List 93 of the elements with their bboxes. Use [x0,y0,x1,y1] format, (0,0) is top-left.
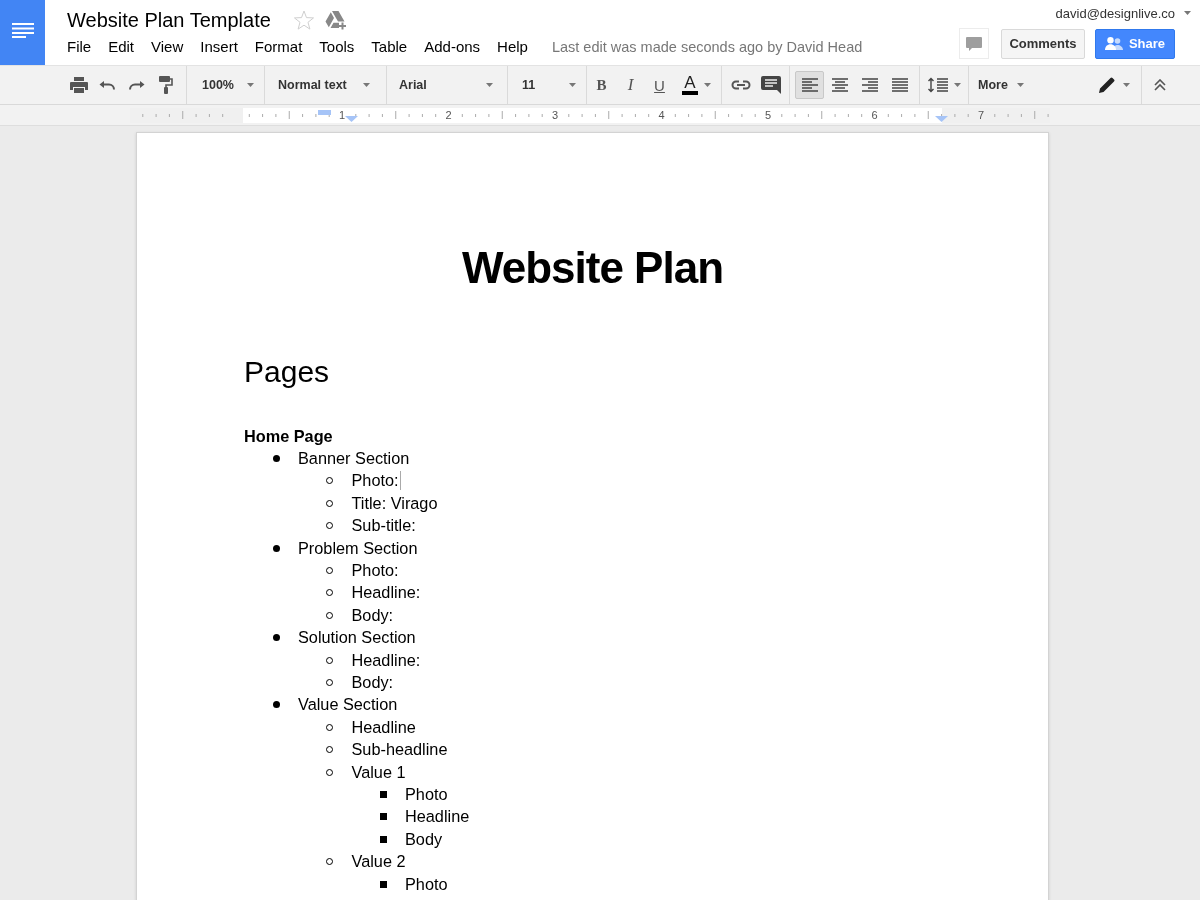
list-item-text: Value Section [298,695,398,715]
paint-roller-icon [158,76,173,94]
color-bar-icon [682,91,698,95]
menu-item[interactable]: Edit [108,37,135,57]
bullet-dot-icon [272,544,280,552]
align-justify-icon [891,78,908,92]
zoom-dropdown[interactable]: 100% [187,71,264,99]
font-dropdown[interactable]: Arial [387,71,507,99]
ruler-number: 3 [551,108,559,123]
menu-item[interactable]: Tools [319,37,355,57]
font-size-dropdown[interactable]: 11 [508,71,586,99]
ruler-number: 5 [764,108,772,123]
list-item-text: Sub-headline [351,740,448,760]
ruler-number: 6 [871,108,878,123]
menu-item[interactable]: Table [371,37,408,57]
ruler-number: 4 [658,108,665,123]
list-item-text: Body: [351,673,394,692]
pencil-icon [1099,77,1115,93]
align-left-button[interactable] [795,71,824,99]
caret-icon [486,83,493,87]
caret-icon [704,83,711,87]
caret-icon [953,83,961,87]
section-heading: Pages [244,355,330,388]
menu-item[interactable]: Add-ons [424,37,481,57]
comments-button[interactable]: Comments [1001,28,1085,59]
bullet-square-icon [379,880,387,888]
caret-icon [569,83,576,87]
document-heading-title: Website Plan [461,242,723,294]
list-item-text: Solution Section [298,628,416,648]
caret-icon [1016,83,1024,87]
list-item-text: Photo [405,874,448,894]
list-item-text: Headline [351,717,416,737]
list-item-text: Headline: [351,583,421,603]
align-left-icon [801,78,818,92]
list-item-text: Banner Section [298,449,410,469]
right-indent-handle[interactable] [935,116,948,122]
list-item-text: Photo [405,784,448,804]
subsection-heading: Home Page [244,427,333,445]
menu-item[interactable]: View [151,37,184,57]
home-button[interactable] [0,0,45,65]
ruler-number: 1 [338,108,346,123]
account-button[interactable]: david@designlive.co [1055,5,1191,21]
list-item-text: Value 2 [351,852,406,872]
bullet-square-icon [379,790,387,798]
line-spacing-icon [927,77,948,93]
document-title[interactable]: Website Plan Template [67,7,271,33]
caret-icon [1184,11,1191,15]
printer-icon [69,77,88,93]
ruler-number: 2 [445,108,452,123]
menu-item[interactable]: Format [254,37,303,57]
people-icon [1104,37,1123,50]
bold-button[interactable]: B [587,71,616,99]
list-item-text: Headline [405,807,470,827]
list-item-text: Headline: [351,650,421,670]
italic-button[interactable]: I [616,71,645,99]
undo-icon [99,79,116,91]
bullet-square-icon [379,835,387,843]
redo-icon [128,79,145,91]
triangle-plus-icon [324,10,347,30]
link-icon [730,80,751,90]
align-center-icon [831,78,848,92]
list-item-text: Photo: [351,471,399,491]
list-item-text: Title: Virago [351,493,438,513]
style-dropdown[interactable]: Normal text [265,71,386,99]
menu-item[interactable]: Help [497,37,528,57]
left-indent-handle[interactable] [345,116,358,122]
menu-item[interactable]: File [67,37,92,57]
double-chevron-up-icon [1153,79,1166,91]
list-item-text: Value 1 [351,762,406,782]
caret-icon [247,83,254,87]
bullet-dot-icon [272,455,280,463]
comment-icon-button[interactable] [959,28,989,59]
more-button[interactable]: More [969,71,1032,99]
menu-item[interactable]: Insert [200,37,238,57]
bullet-dot-icon [272,701,280,709]
list-item-text: Sub-title: [351,516,416,536]
align-right-icon [861,78,878,92]
comment-box-icon [760,76,781,94]
caret-icon [363,83,370,87]
document-lines-icon [11,22,34,38]
list-item-text: Body [405,829,443,849]
speech-bubble-icon [966,36,982,51]
first-line-indent-handle[interactable] [318,110,331,115]
last-edit-link[interactable]: Last edit was made seconds ago by David Head [551,39,863,55]
underline-button[interactable]: U [645,71,674,99]
bullet-square-icon [379,813,387,821]
text-color-button[interactable]: A [674,71,718,99]
caret-icon [1123,83,1130,87]
list-item-text: Photo: [351,561,399,581]
list-item-text: Body: [351,605,394,625]
ruler-number: 7 [977,108,985,123]
list-item-text: Problem Section [298,538,418,558]
bullet-dot-icon [272,634,280,642]
